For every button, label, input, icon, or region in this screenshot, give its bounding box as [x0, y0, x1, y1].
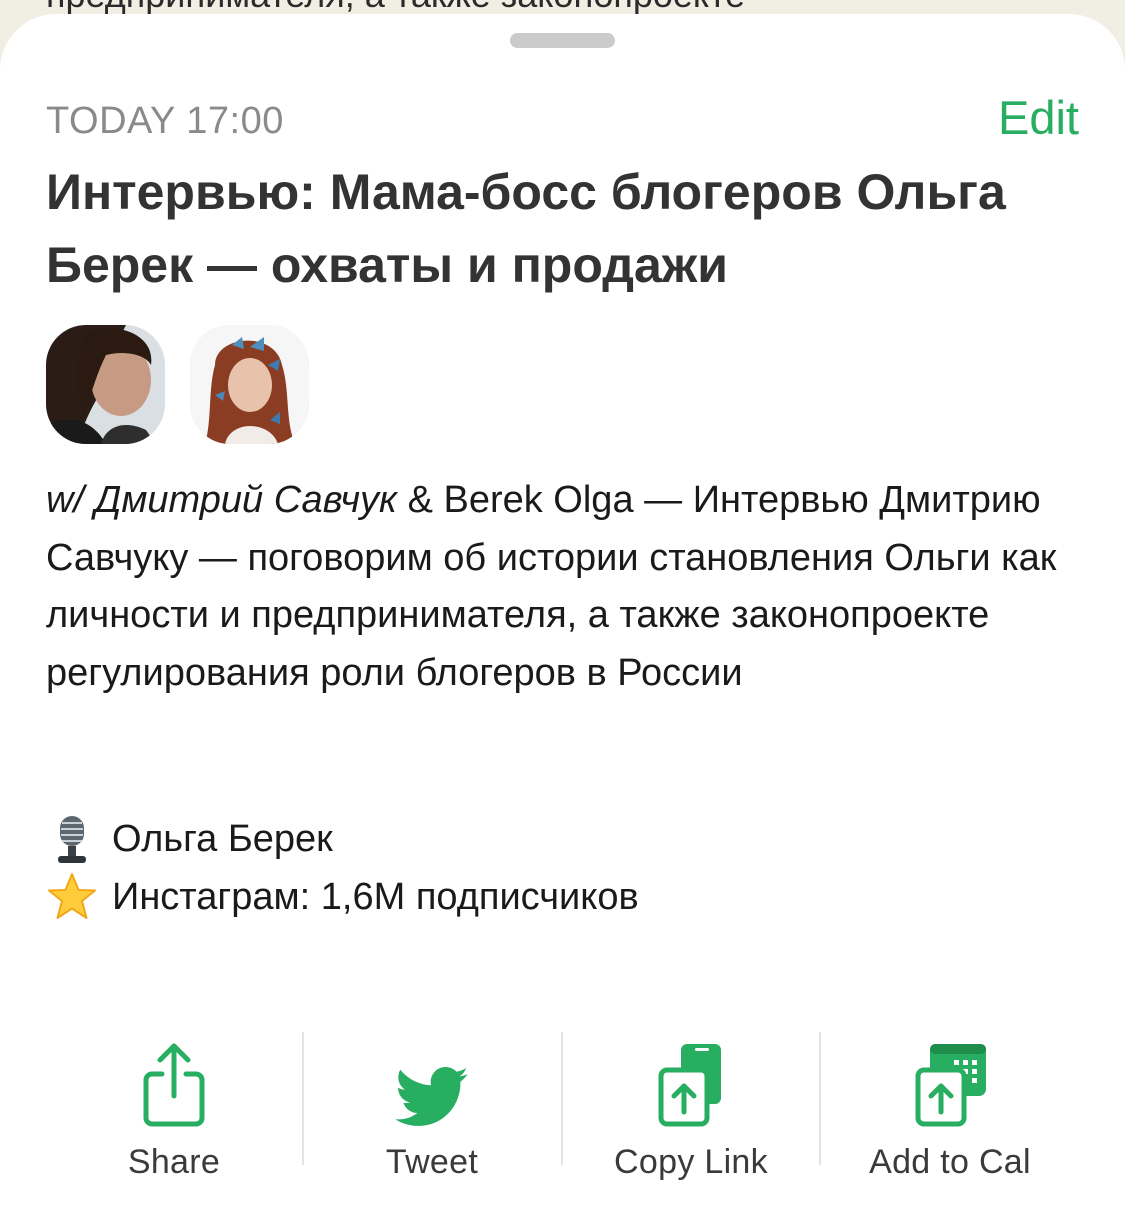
event-date: TODAY 17:00	[46, 100, 284, 142]
share-icon	[143, 1043, 205, 1127]
fact-text-speaker: Ольга Берек	[112, 818, 333, 860]
fact-row-speaker: Ольга Берек	[46, 811, 639, 869]
add-to-calendar-button[interactable]: Add to Cal	[821, 1032, 1079, 1212]
event-description: w/ Дмитрий Савчук & Berek Olga — Интервь…	[46, 472, 1086, 702]
event-facts: Ольга Берек Инстаграм: 1,6М подписчиков	[46, 811, 639, 926]
sheet-grabber-handle[interactable]	[510, 33, 615, 48]
event-detail-sheet: TODAY 17:00 Edit Интервью: Мама-босс бло…	[0, 14, 1125, 1217]
twitter-bird-icon	[395, 1067, 468, 1126]
host-link-1[interactable]: Дмитрий Савчук	[95, 479, 397, 521]
copy-link-label: Copy Link	[614, 1143, 768, 1181]
share-label: Share	[127, 1143, 221, 1181]
microphone-icon	[58, 815, 86, 863]
fact-text-followers: Инстаграм: 1,6М подписчиков	[112, 875, 639, 918]
fact-row-followers: Инстаграм: 1,6М подписчиков	[46, 869, 639, 927]
host-link-2[interactable]: Berek Olga	[443, 479, 633, 521]
description-joiner: &	[397, 479, 444, 521]
star-icon	[48, 873, 96, 920]
description-prefix: w/	[46, 479, 95, 521]
copy-link-icon	[658, 1044, 721, 1127]
avatar-host-1[interactable]	[46, 325, 165, 444]
avatar-host-2[interactable]	[190, 325, 309, 444]
tweet-button[interactable]: Tweet	[303, 1032, 561, 1212]
event-title: Интервью: Мама-босс блогеров Ольга Берек…	[46, 164, 1006, 293]
copy-link-button[interactable]: Copy Link	[562, 1032, 820, 1212]
action-bar: Share Tweet Copy Link Add to Cal	[45, 1032, 1080, 1212]
add-to-calendar-icon	[915, 1044, 986, 1127]
add-to-calendar-label: Add to Cal	[869, 1143, 1031, 1181]
edit-button[interactable]: Edit	[998, 90, 1079, 145]
tweet-label: Tweet	[385, 1143, 479, 1181]
share-button[interactable]: Share	[45, 1032, 303, 1212]
